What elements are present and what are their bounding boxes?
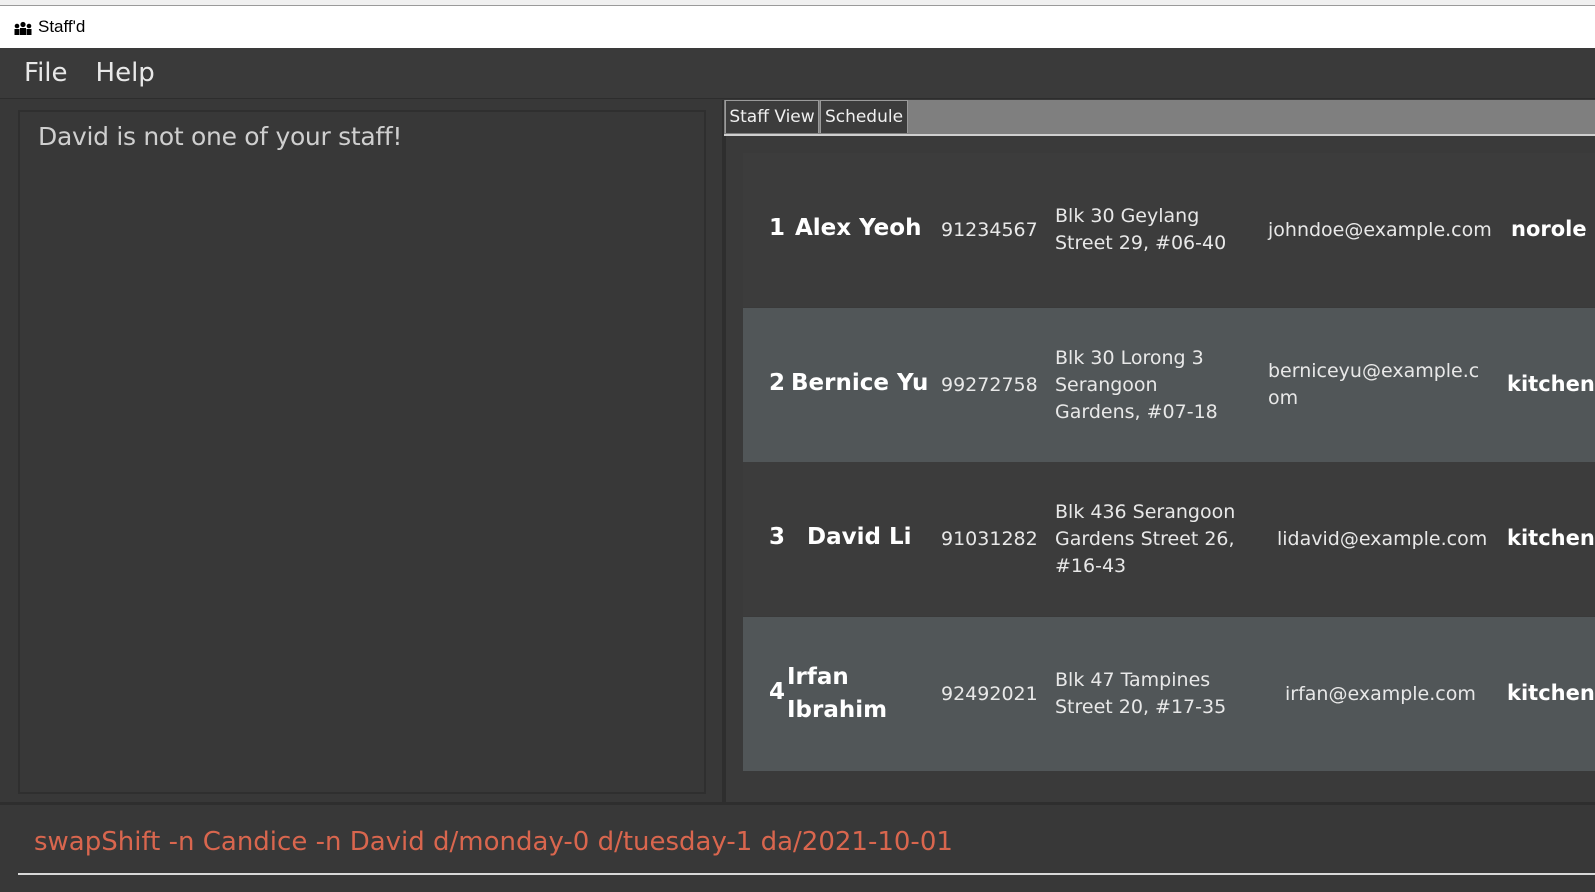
staff-name: Bernice Yu <box>791 370 929 396</box>
staff-address: Blk 30 Lorong 3 Serangoon Gardens, #07-1… <box>1055 347 1218 423</box>
staff-card[interactable]: 1 Alex Yeoh 91234567 Blk 30 Geylang Stre… <box>743 153 1595 307</box>
tab-staff-view[interactable]: Staff View <box>725 100 819 133</box>
window-title: Staff'd <box>38 17 86 36</box>
staff-card[interactable]: 2 Bernice Yu 99272758 Blk 30 Lorong 3 Se… <box>743 308 1595 462</box>
staff-address: Blk 47 Tampines Street 20, #17-35 <box>1055 669 1227 718</box>
staff-role: kitchen <box>1507 526 1595 550</box>
tab-bar: Staff View Schedule <box>724 100 1595 136</box>
result-panel: David is not one of your staff! <box>0 100 724 802</box>
staff-index: 1 <box>769 215 786 241</box>
staff-name: Alex Yeoh <box>795 215 922 241</box>
staff-email: irfan@example.com <box>1285 683 1476 705</box>
staff-index: 3 <box>769 524 786 550</box>
menu-help[interactable]: Help <box>96 58 155 88</box>
staff-phone: 91031282 <box>941 528 1038 550</box>
staff-email: johndoe@example.com <box>1268 219 1492 241</box>
staff-index: 2 <box>769 370 786 396</box>
staff-card[interactable]: 3 David Li 91031282 Blk 436 Serangoon Ga… <box>743 462 1595 616</box>
staff-role: norole <box>1511 217 1587 241</box>
staff-phone: 91234567 <box>941 219 1038 241</box>
window-titlebar: Staff'd <box>0 6 1595 48</box>
app-people-icon <box>12 19 34 35</box>
staff-name: David Li <box>807 524 912 550</box>
staff-name: Irfan Ibrahim <box>787 664 888 723</box>
staff-address: Blk 30 Geylang Street 29, #06-40 <box>1055 205 1227 254</box>
staff-index: 4 <box>769 679 786 705</box>
command-input[interactable] <box>18 811 1595 875</box>
staff-phone: 99272758 <box>941 374 1038 396</box>
staff-list[interactable]: 1 Alex Yeoh 91234567 Blk 30 Geylang Stre… <box>724 136 1595 802</box>
result-message: David is not one of your staff! <box>38 122 403 151</box>
staff-role: kitchen <box>1507 681 1595 705</box>
staff-email: berniceyu@example.com <box>1268 360 1480 409</box>
staff-address: Blk 436 Serangoon Gardens Street 26, #16… <box>1055 501 1236 577</box>
menu-bar: File Help <box>0 48 1595 99</box>
result-display[interactable]: David is not one of your staff! <box>18 110 706 794</box>
staff-role: kitchen <box>1507 372 1595 396</box>
staff-email: lidavid@example.com <box>1277 528 1488 550</box>
staff-panel: Staff View Schedule 1 Alex Yeoh 91234567… <box>724 100 1595 802</box>
tab-schedule[interactable]: Schedule <box>820 100 908 133</box>
menu-file[interactable]: File <box>24 58 68 88</box>
staff-card[interactable]: 4 Irfan Ibrahim 92492021 Blk 47 Tampines… <box>743 617 1595 771</box>
command-box <box>0 802 1595 892</box>
staff-phone: 92492021 <box>941 683 1038 705</box>
